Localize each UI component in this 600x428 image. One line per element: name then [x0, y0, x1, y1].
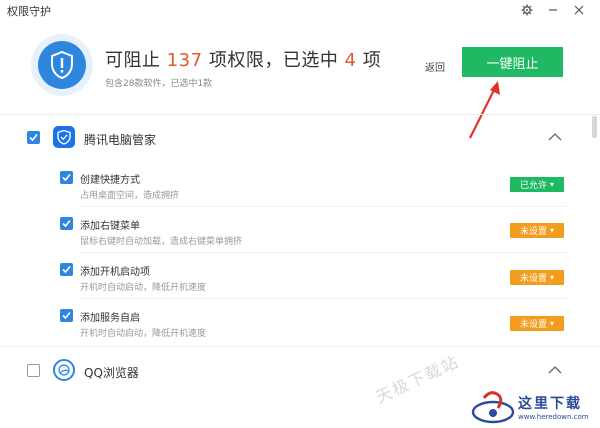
- collapse-chevron-icon[interactable]: [548, 132, 562, 142]
- blocked-count: 137: [166, 50, 203, 71]
- item-description: 开机时自动启动，降低开机速度: [80, 329, 207, 339]
- status-label: 已允许: [519, 181, 547, 191]
- status-label: 未设置: [519, 227, 547, 237]
- headline-suffix: 项: [356, 50, 382, 71]
- watermark-text: 天极下载站: [372, 351, 463, 407]
- item-checkbox[interactable]: [60, 263, 73, 276]
- chevron-down-icon: ▾: [550, 319, 555, 328]
- back-link[interactable]: 返回: [425, 59, 445, 74]
- section-name: 腾讯电脑管家: [84, 133, 157, 147]
- title-bar: 权限守护: [0, 0, 600, 20]
- status-label: 未设置: [519, 320, 547, 330]
- headline-middle: 项权限，已选中: [202, 50, 345, 71]
- watermark-logo-url: www.heredown.com: [518, 413, 589, 421]
- shield-icon: [31, 34, 93, 96]
- scrollbar-thumb[interactable]: [592, 116, 597, 138]
- item-checkbox[interactable]: [60, 309, 73, 322]
- watermark-logo-title: 这里下载: [518, 396, 582, 412]
- minimize-icon[interactable]: [541, 0, 565, 20]
- item-divider: [78, 206, 566, 207]
- item-title: 添加开机启动项: [80, 267, 150, 278]
- chevron-down-icon: ▾: [550, 273, 555, 282]
- annotation-arrow-icon: [469, 81, 500, 139]
- chevron-down-icon: ▾: [550, 226, 555, 235]
- item-checkbox[interactable]: [60, 217, 73, 230]
- close-icon[interactable]: [567, 0, 591, 20]
- summary-header: 可阻止 137 项权限，已选中 4 项 包含28款软件，已选中1款 返回 一键阻…: [0, 20, 600, 139]
- status-label: 未设置: [519, 274, 547, 284]
- window-title: 权限守护: [7, 5, 51, 18]
- headline: 可阻止 137 项权限，已选中 4 项: [105, 46, 381, 72]
- tencent-pc-manager-icon: [53, 126, 75, 148]
- chevron-down-icon: ▾: [550, 180, 555, 189]
- section-name: QQ浏览器: [84, 366, 139, 380]
- watermark-logo-icon: [471, 391, 515, 424]
- status-dropdown[interactable]: 未设置 ▾: [510, 270, 564, 285]
- item-divider: [78, 252, 566, 253]
- item-checkbox[interactable]: [60, 171, 73, 184]
- item-title: 添加右键菜单: [80, 221, 140, 232]
- qq-browser-icon: [53, 359, 75, 381]
- section-checkbox-tencent[interactable]: [27, 131, 40, 144]
- status-dropdown[interactable]: 未设置 ▾: [510, 316, 564, 331]
- collapse-chevron-icon[interactable]: [548, 365, 562, 375]
- header-divider: [0, 114, 600, 115]
- headline-prefix: 可阻止: [105, 50, 167, 71]
- section-checkbox-qq-browser[interactable]: [27, 364, 40, 377]
- section-divider: [0, 346, 600, 347]
- block-all-button[interactable]: 一键阻止: [462, 47, 563, 77]
- settings-icon[interactable]: [515, 0, 539, 20]
- item-description: 占用桌面空间，造成拥挤: [80, 191, 180, 201]
- item-description: 开机时自动启动，降低开机速度: [80, 283, 207, 293]
- item-divider: [78, 298, 566, 299]
- selected-count: 4: [344, 50, 357, 71]
- item-description: 鼠标右键时自动加载，造成右键菜单拥挤: [80, 237, 243, 247]
- status-dropdown[interactable]: 未设置 ▾: [510, 223, 564, 238]
- item-title: 添加服务自启: [80, 313, 140, 324]
- subtitle: 包含28款软件，已选中1款: [105, 79, 213, 89]
- item-title: 创建快捷方式: [80, 175, 140, 186]
- status-dropdown[interactable]: 已允许 ▾: [510, 177, 564, 192]
